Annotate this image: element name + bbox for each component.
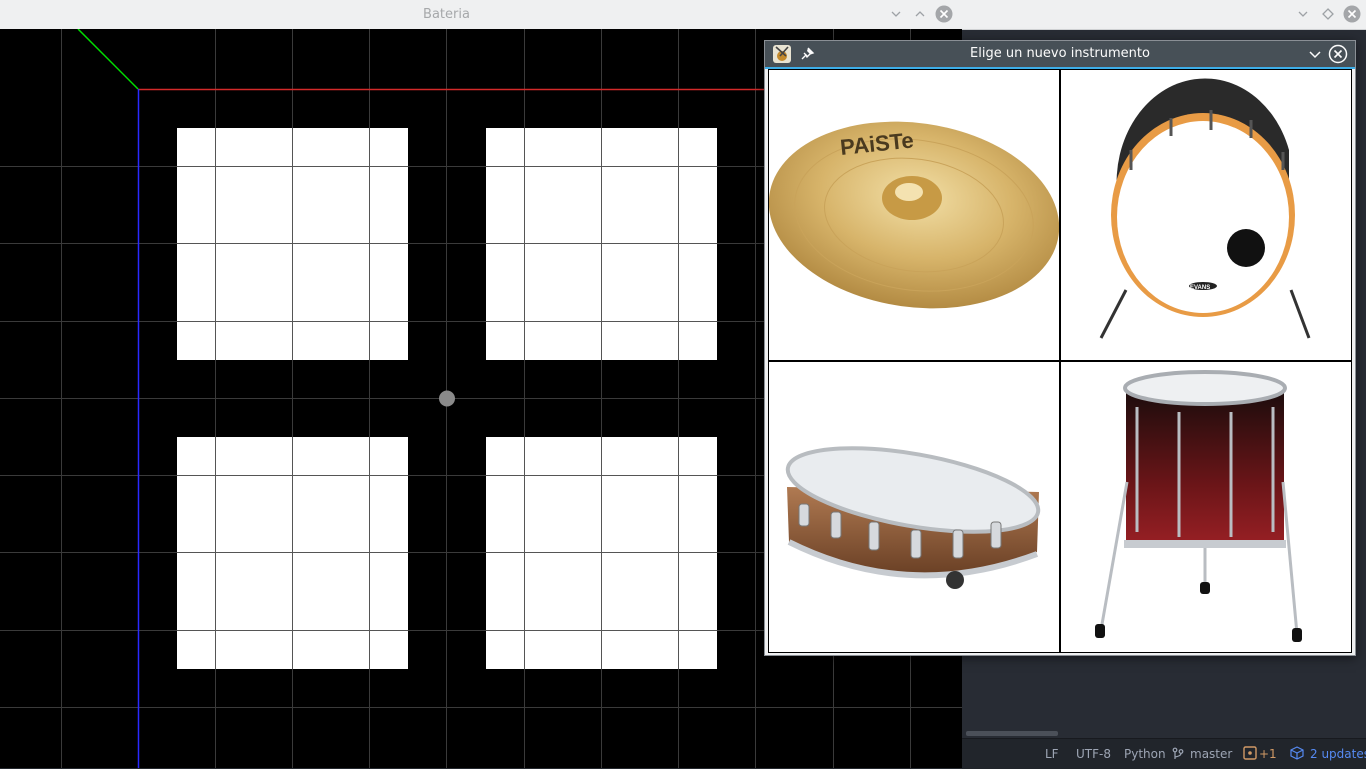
close-icon[interactable]: [1343, 5, 1361, 23]
encoding-indicator[interactable]: UTF-8: [1076, 747, 1111, 761]
close-icon[interactable]: [935, 5, 953, 23]
center-marker: [439, 390, 455, 407]
git-changes-count[interactable]: +1: [1259, 747, 1277, 761]
drum-pad-bottom-right[interactable]: [486, 437, 717, 669]
main-window-title: Bateria: [423, 7, 470, 22]
keep-above-icon[interactable]: [1319, 5, 1337, 23]
drum-pad-top-left[interactable]: [177, 128, 408, 360]
snare-drum-image: [785, 446, 1041, 589]
git-branch-icon: [1172, 747, 1184, 761]
floor-tom-option[interactable]: [1061, 362, 1351, 652]
instrument-chooser-dialog: Elige un nuevo instrumento PAiSTe EVANS: [764, 40, 1356, 656]
floor-tom-image: [1095, 370, 1302, 642]
minimize-icon[interactable]: [1307, 46, 1323, 62]
main-titlebar[interactable]: Bateria: [0, 0, 962, 30]
horizontal-scrollbar[interactable]: [966, 731, 1058, 736]
dialog-title: Elige un nuevo instrumento: [970, 46, 1150, 61]
bass-drum-brand-text: EVANS: [1190, 285, 1210, 291]
bass-drum-image: EVANS: [1099, 78, 1311, 339]
package-icon: [1290, 746, 1304, 763]
bass-drum-option[interactable]: EVANS: [1061, 70, 1351, 360]
updates-link[interactable]: 2 updates: [1310, 747, 1366, 761]
cymbal-image: PAiSTe: [769, 121, 1059, 309]
drum-pad-top-right[interactable]: [486, 128, 717, 360]
dialog-titlebar[interactable]: Elige un nuevo instrumento: [765, 41, 1355, 69]
drum-pad-bottom-left[interactable]: [177, 437, 408, 669]
minimize-icon[interactable]: [887, 5, 905, 23]
z-axis-line: [77, 29, 139, 90]
grammar-indicator[interactable]: Python: [1124, 747, 1166, 761]
snare-drum-option[interactable]: [769, 362, 1059, 652]
git-changes-icon: [1243, 746, 1257, 763]
close-icon[interactable]: [1328, 44, 1348, 64]
minimize-icon[interactable]: [1294, 5, 1312, 23]
instrument-grid: PAiSTe EVANS: [768, 69, 1352, 653]
line-ending-indicator[interactable]: LF: [1045, 747, 1059, 761]
status-bar: LF UTF-8 Python master +1 2 updates: [962, 738, 1366, 769]
editor-titlebar[interactable]: [962, 0, 1366, 30]
cymbal-option[interactable]: PAiSTe: [769, 70, 1059, 360]
git-branch-label[interactable]: master: [1190, 747, 1232, 761]
maximize-icon[interactable]: [911, 5, 929, 23]
